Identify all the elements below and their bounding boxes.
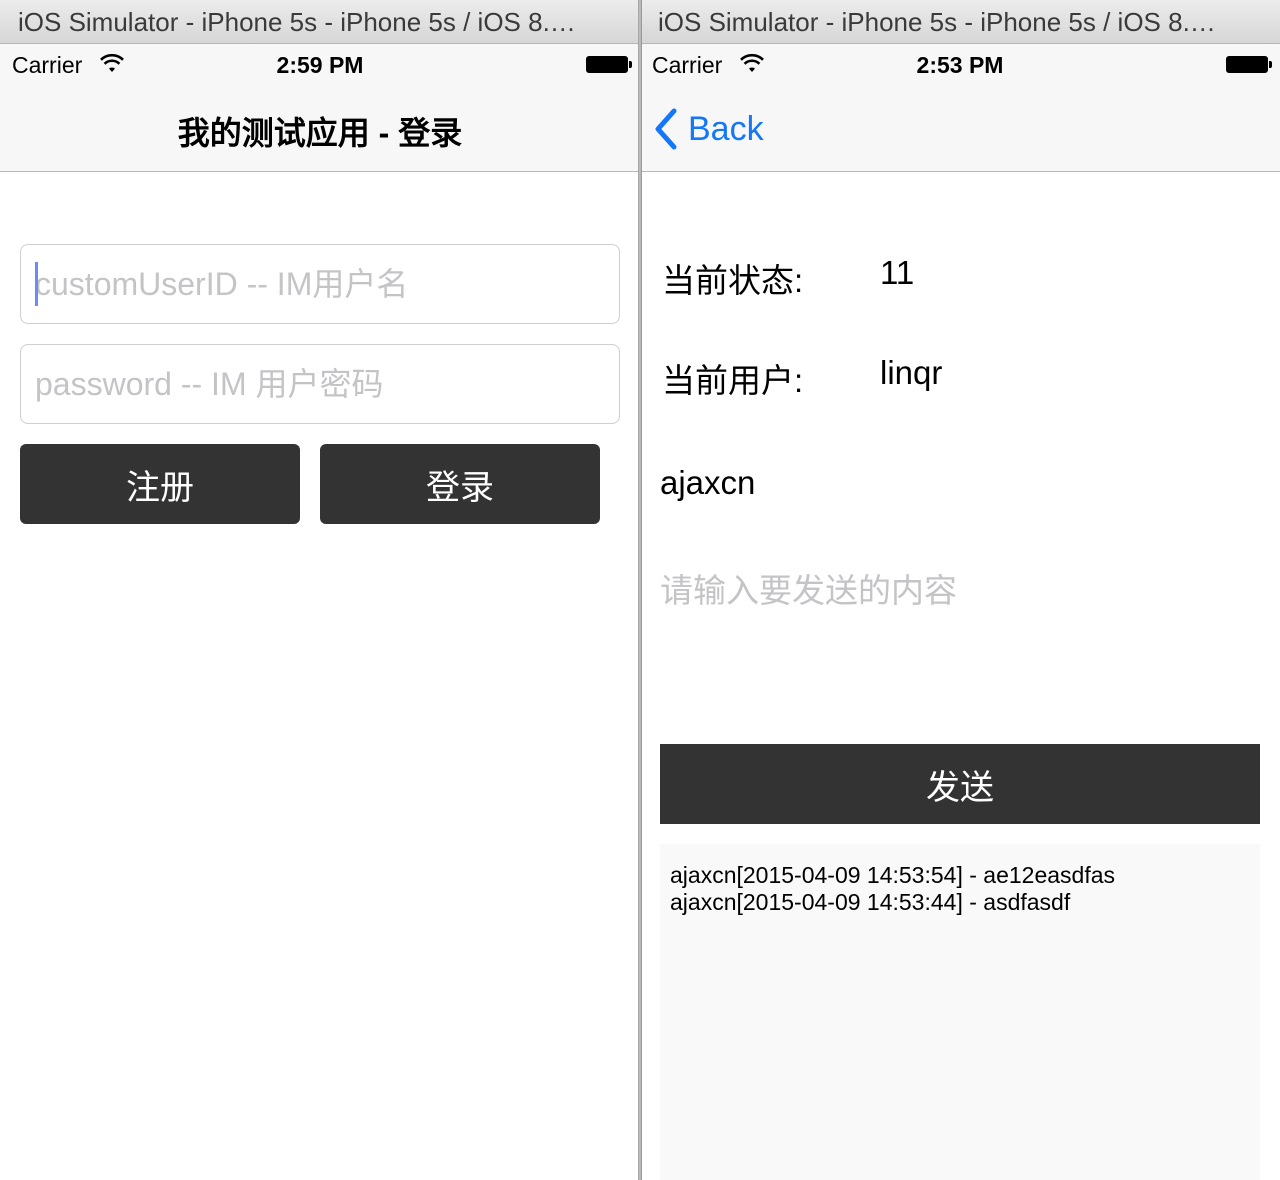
window-title: iOS Simulator - iPhone 5s - iPhone 5s / … xyxy=(0,0,640,44)
status-time: 2:59 PM xyxy=(276,52,364,78)
user-id-field[interactable] xyxy=(20,244,620,324)
send-button[interactable]: 发送 xyxy=(660,744,1260,824)
status-value: 11 xyxy=(880,254,915,291)
register-button[interactable]: 注册 xyxy=(20,444,300,524)
nav-bar: Back xyxy=(640,86,1280,172)
back-button[interactable]: Back xyxy=(654,104,764,154)
login-button[interactable]: 登录 xyxy=(320,444,600,524)
nav-bar: 我的测试应用 - 登录 xyxy=(0,86,640,172)
window-divider xyxy=(638,0,642,1180)
message-log[interactable]: ajaxcn[2015-04-09 14:53:54] - ae12easdfa… xyxy=(660,844,1260,1180)
text-caret xyxy=(35,262,38,306)
window-title: iOS Simulator - iPhone 5s - iPhone 5s / … xyxy=(640,0,1280,44)
simulator-left: iOS Simulator - iPhone 5s - iPhone 5s / … xyxy=(0,0,640,1180)
current-user-value: linqr xyxy=(880,354,943,391)
chevron-left-icon xyxy=(655,108,677,150)
target-user-field[interactable]: ajaxcn xyxy=(660,464,755,502)
message-input[interactable] xyxy=(660,550,1260,700)
status-bar: Carrier 2:59 PM xyxy=(0,44,640,86)
status-label: 当前状态: xyxy=(662,262,804,299)
log-entry: ajaxcn[2015-04-09 14:53:44] - asdfasdf xyxy=(670,889,1071,915)
current-user-label: 当前用户: xyxy=(662,362,804,399)
log-entry: ajaxcn[2015-04-09 14:53:54] - ae12easdfa… xyxy=(670,862,1115,888)
battery-icon xyxy=(586,56,632,73)
page-title: 我的测试应用 - 登录 xyxy=(177,115,463,151)
status-bar: Carrier 2:53 PM xyxy=(640,44,1280,86)
status-time: 2:53 PM xyxy=(916,52,1004,78)
password-field[interactable] xyxy=(20,344,620,424)
battery-icon xyxy=(1226,56,1272,73)
simulator-right: iOS Simulator - iPhone 5s - iPhone 5s / … xyxy=(640,0,1280,1180)
password-input[interactable] xyxy=(35,345,605,423)
back-label: Back xyxy=(688,109,764,148)
user-id-input[interactable] xyxy=(35,245,605,323)
